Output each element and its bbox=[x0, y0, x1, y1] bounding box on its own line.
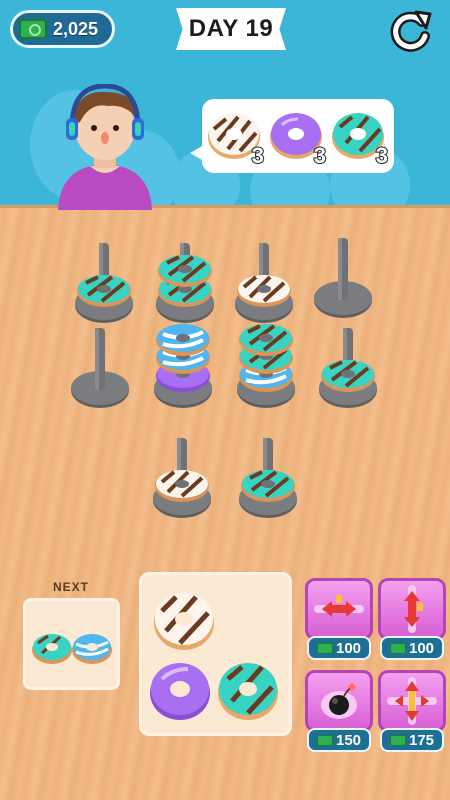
cash-icon bbox=[19, 19, 47, 39]
tray-donut-white[interactable] bbox=[154, 593, 214, 650]
peg-2[interactable] bbox=[156, 243, 214, 323]
peg-8[interactable] bbox=[319, 328, 377, 408]
powerup-swap-horizontal[interactable]: 100 bbox=[305, 578, 373, 664]
holding-tray[interactable] bbox=[139, 572, 292, 736]
peg-3[interactable] bbox=[235, 243, 293, 323]
tray-donut-teal[interactable] bbox=[218, 663, 278, 720]
peg-4[interactable] bbox=[314, 238, 372, 318]
peg-6[interactable] bbox=[154, 322, 212, 408]
tray-donut-purple[interactable] bbox=[150, 663, 210, 720]
cash-icon bbox=[316, 734, 333, 746]
order-count: 3 bbox=[251, 142, 265, 169]
day-banner: DAY 19 bbox=[176, 8, 286, 50]
next-donut-blue bbox=[72, 634, 112, 664]
cash-icon bbox=[389, 642, 406, 654]
order-count: 3 bbox=[375, 142, 389, 169]
restart-icon bbox=[390, 10, 432, 52]
powerup-price: 100 bbox=[335, 639, 362, 657]
peg-7[interactable] bbox=[237, 322, 295, 408]
cash-icon bbox=[316, 642, 333, 654]
cash-amount: 2,025 bbox=[53, 18, 99, 39]
order-bubble: 3 3 3 bbox=[190, 99, 394, 173]
powerup-bomb[interactable]: 150 bbox=[305, 670, 373, 756]
shuffle-icon bbox=[387, 677, 437, 725]
swap-horizontal-icon bbox=[314, 595, 364, 617]
order-item: 3 bbox=[330, 107, 389, 169]
powerup-price: 100 bbox=[408, 639, 435, 657]
order-item: 3 bbox=[268, 107, 327, 169]
peg-9[interactable] bbox=[153, 438, 211, 518]
cash-counter: 2,025 bbox=[10, 10, 115, 48]
next-donut-teal bbox=[32, 634, 72, 664]
peg-5[interactable] bbox=[71, 328, 129, 408]
peg-1[interactable] bbox=[75, 243, 133, 323]
restart-button[interactable] bbox=[384, 8, 436, 56]
customer-character bbox=[50, 83, 160, 210]
cash-icon bbox=[389, 734, 406, 746]
next-label: NEXT bbox=[52, 580, 89, 594]
swap-vertical-icon bbox=[404, 585, 423, 633]
powerup-swap-vertical[interactable]: 100 bbox=[378, 578, 446, 664]
powerup-price: 150 bbox=[335, 731, 362, 749]
bomb-icon bbox=[321, 683, 357, 719]
next-panel bbox=[23, 598, 120, 690]
powerup-price: 175 bbox=[408, 731, 435, 749]
order-count: 3 bbox=[313, 142, 327, 169]
peg-10[interactable] bbox=[239, 438, 297, 518]
day-label: DAY 19 bbox=[188, 15, 274, 42]
powerup-shuffle[interactable]: 175 bbox=[378, 670, 446, 756]
order-item: 3 bbox=[206, 107, 265, 169]
